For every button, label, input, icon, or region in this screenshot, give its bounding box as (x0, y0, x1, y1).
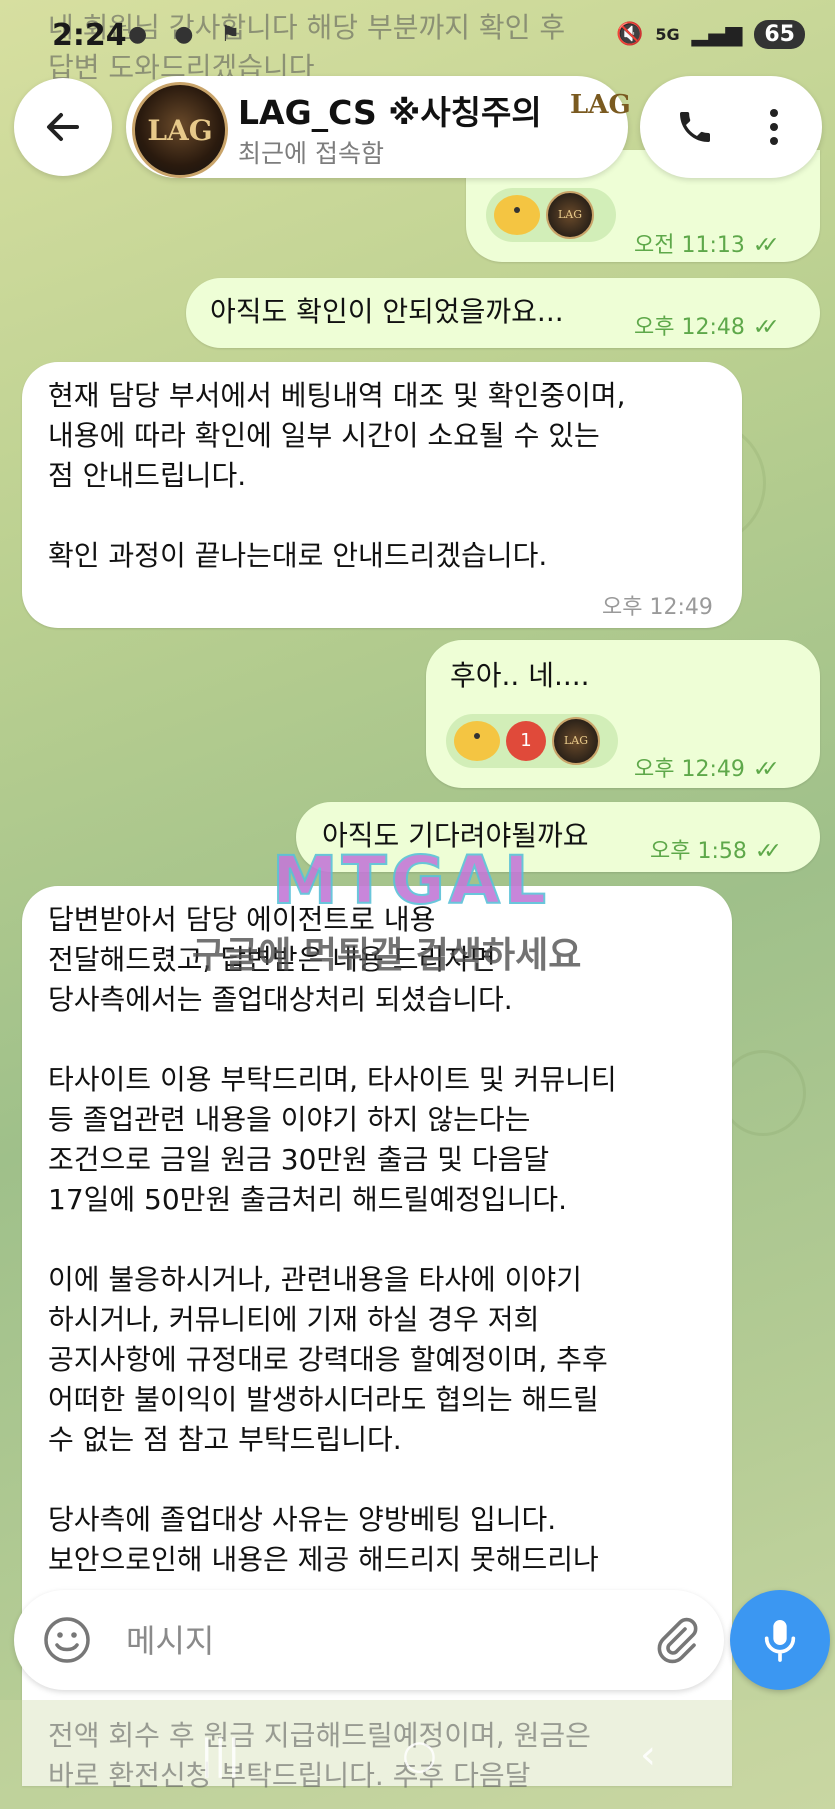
message-text: 아직도 확인이 안되었을까요... (210, 295, 564, 328)
message-time: 오전 11:13 (634, 233, 745, 258)
back-arrow-icon (47, 113, 79, 141)
message-incoming[interactable]: 현재 담당 부서에서 베팅내역 대조 및 확인중이며, 내용에 따라 확인에 일… (22, 362, 742, 628)
message-text: 후아.. 네.... (450, 659, 590, 692)
emoji-icon (44, 1617, 90, 1663)
reactor-avatar: LAG (546, 191, 594, 239)
reaction-chip[interactable]: 1 LAG (446, 714, 618, 768)
double-check-icon: ✓✓ (752, 757, 780, 782)
nav-back-button[interactable]: ‹ (640, 1732, 656, 1778)
message-time: 오후 12:49 (602, 595, 713, 620)
voice-record-button[interactable] (730, 1590, 830, 1690)
message-meta: 오후 12:48 ✓✓ (634, 308, 780, 348)
hidden-message-peek: 전액 회수 후 원금 지급해드릴예정이며, 원금은 바로 환전신청 부탁드립니다… (48, 1719, 591, 1792)
more-vert-icon (770, 109, 778, 145)
background-doodle (720, 1050, 806, 1136)
signal-icon: ▂▄▆ (691, 22, 743, 47)
emoji-reaction-icon (454, 721, 500, 761)
message-time: 오후 12:49 (634, 757, 745, 782)
message-outgoing[interactable]: 아직도 확인이 안되었을까요... 오후 12:48 ✓✓ (186, 278, 820, 348)
attach-button[interactable] (648, 1612, 704, 1668)
status-bar: 2:24 ● ● ⚑ 🔇 5G ▂▄▆ 65 (0, 0, 835, 70)
watermark-text: 구글에 먹튀갤 검색하세요 (192, 935, 582, 976)
mute-icon: 🔇 (615, 22, 644, 47)
emoji-button[interactable] (42, 1615, 92, 1665)
message-meta: 오후 1:58 ✓✓ (650, 832, 782, 872)
phone-icon (680, 112, 710, 142)
watermark-logo: MTGAL (271, 841, 551, 920)
network-type: 5G (655, 25, 680, 44)
reaction-count-badge: 1 (506, 721, 546, 761)
message-time: 오후 1:58 (650, 839, 747, 864)
message-composer (14, 1590, 724, 1690)
notification-icons: ● ● ⚑ (128, 22, 251, 47)
last-seen-status: 최근에 접속함 (238, 139, 384, 168)
avatar[interactable]: LAG (132, 82, 228, 178)
paperclip-icon (657, 1617, 698, 1664)
double-check-icon: ✓✓ (752, 315, 780, 340)
double-check-icon: ✓✓ (752, 233, 780, 258)
message-text: 현재 담당 부서에서 베팅내역 대조 및 확인중이며, 내용에 따라 확인에 일… (48, 379, 626, 572)
status-time: 2:24 (52, 18, 127, 53)
more-options-button[interactable] (752, 100, 796, 154)
nav-home-button[interactable]: ○ (402, 1732, 437, 1778)
nav-recents-button[interactable]: ||| (200, 1732, 240, 1778)
title-logo: LAG (570, 90, 631, 120)
call-button[interactable] (668, 100, 722, 154)
message-time: 오후 12:48 (634, 315, 745, 340)
message-meta: 오후 12:49 ✓✓ (634, 750, 780, 790)
message-text: 답변받아서 담당 에이전트로 내용 전달해드렸고, 답변받은 내용 드리자면 당… (48, 903, 617, 1576)
message-input[interactable] (124, 1610, 648, 1672)
chat-title: LAG_CS ※사칭주의 (238, 93, 542, 132)
mic-icon (764, 1620, 796, 1662)
reaction-chip[interactable]: LAG (486, 188, 616, 242)
header-actions (640, 76, 822, 178)
status-right: 🔇 5G ▂▄▆ 65 (616, 20, 805, 49)
chat-header[interactable]: LAG LAG_CS ※사칭주의 LAG 최근에 접속함 (126, 76, 631, 178)
double-check-icon: ✓✓ (754, 839, 782, 864)
message-outgoing[interactable]: 후아.. 네.... 1 LAG 오후 12:49 ✓✓ (426, 640, 820, 788)
battery-level: 65 (754, 20, 805, 49)
reactor-avatar: LAG (552, 717, 600, 765)
back-button[interactable] (14, 78, 112, 176)
message-meta: 오전 11:13 ✓✓ (634, 226, 780, 266)
emoji-reaction-icon (494, 195, 540, 235)
